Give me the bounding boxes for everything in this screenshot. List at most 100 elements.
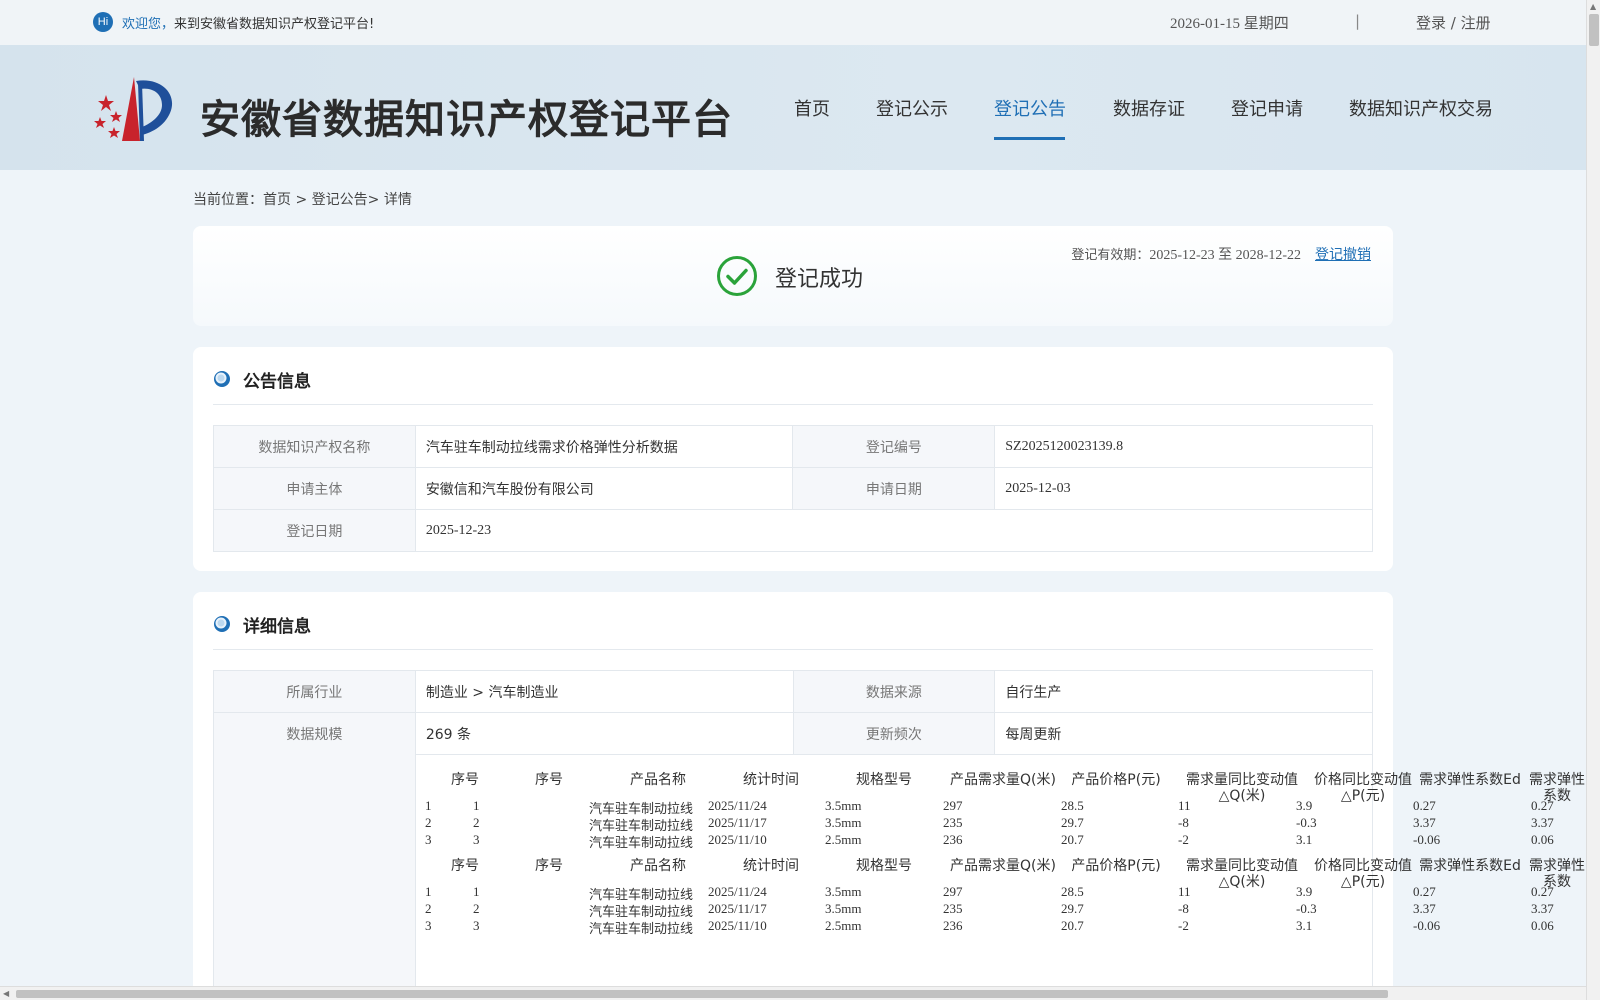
sample-cell: 1: [425, 884, 432, 899]
nav-registration-announcement[interactable]: 登记公告: [994, 95, 1066, 121]
table-row: 所属行业 制造业 > 汽车制造业 数据来源 自行生产: [213, 670, 1373, 713]
sample-column-header: 价格同比变动值△P(元): [1314, 858, 1412, 890]
sample-column-header: 产品价格P(元): [1071, 772, 1161, 788]
nav-registration-publicity[interactable]: 登记公示: [876, 95, 948, 121]
sample-column-header: 序号: [451, 858, 479, 874]
sample-column-header: 产品名称: [630, 858, 686, 874]
check-circle-icon: [717, 256, 757, 296]
field-value: 安徽信和汽车股份有限公司: [414, 467, 794, 510]
sample-cell: 0.27: [1531, 884, 1554, 899]
breadcrumb: 当前位置：首页 > 登记公告> 详情: [193, 189, 412, 209]
sample-data-blocks: 序号 序号 产品名称 统计时间 规格型号 产品需求量Q(米) 产品价格P(元) 需求量同比变动…: [425, 764, 1586, 937]
sample-column-header: 统计时间: [743, 858, 799, 874]
nav-data-certification[interactable]: 数据存证: [1113, 95, 1185, 121]
nav-home[interactable]: 首页: [794, 95, 830, 121]
nav-registration-application[interactable]: 登记申请: [1231, 95, 1303, 121]
sample-cell: 3.37: [1531, 901, 1554, 916]
sample-table-block: 序号 序号 产品名称 统计时间 规格型号 产品需求量Q(米) 产品价格P(元) 需求量同比变动…: [425, 764, 1586, 851]
detail-table: 所属行业 制造业 > 汽车制造业 数据来源 自行生产 数据规模 269 条 更新…: [213, 670, 1373, 755]
status-text: 登记成功: [775, 267, 864, 292]
sample-cell: 235: [943, 815, 963, 830]
field-label: 登记日期: [213, 509, 416, 552]
sample-cell: 3.37: [1531, 815, 1554, 830]
sample-cell: 28.5: [1061, 884, 1084, 899]
sample-cell: 0.27: [1413, 798, 1436, 813]
sample-cell: -8: [1178, 901, 1189, 916]
sample-cell: -0.06: [1413, 832, 1441, 847]
validity-value: 2025-12-23 至 2028-12-22: [1149, 248, 1301, 263]
sample-cell: 2: [473, 815, 480, 830]
announcement-table: 数据知识产权名称 汽车驻车制动拉线需求价格弹性分析数据 登记编号 SZ20251…: [213, 425, 1374, 552]
field-value: 汽车驻车制动拉线需求价格弹性分析数据: [414, 425, 794, 468]
current-date: 2026-01-15 星期四: [1170, 16, 1289, 32]
sample-column-header: 序号: [535, 772, 563, 788]
registration-number: SZ2025120023139.8: [1005, 439, 1124, 454]
sample-cell: 3.5mm: [825, 901, 862, 916]
sample-cell: 3.5mm: [825, 798, 862, 813]
field-label: 数据规模: [213, 712, 416, 755]
sample-cell: 0.27: [1531, 798, 1554, 813]
sample-column-header: 序号: [451, 772, 479, 788]
section-bullet-icon: [214, 616, 230, 632]
welcome-text: 来到安徽省数据知识产权登记平台!: [174, 17, 375, 32]
hi-icon: Hi: [93, 12, 113, 32]
sample-cell: 3.9: [1296, 884, 1313, 899]
horizontal-scrollbar[interactable]: ◀: [0, 986, 1586, 1000]
sample-cell: 3.37: [1413, 901, 1436, 916]
sample-cell: 2025/11/17: [708, 815, 767, 830]
sample-cell: 汽车驻车制动拉线: [589, 922, 694, 937]
sample-column-header: 产品价格P(元): [1071, 858, 1161, 874]
table-row: 数据规模 269 条 更新频次 每周更新: [213, 712, 1373, 755]
sample-cell: 236: [943, 832, 963, 847]
announcement-card: 公告信息 数据知识产权名称 汽车驻车制动拉线需求价格弹性分析数据 登记编号 SZ…: [193, 347, 1393, 571]
breadcrumb-current: 详情: [383, 192, 412, 208]
sample-cell: 1: [425, 798, 432, 813]
vertical-scrollbar[interactable]: ▲: [1586, 0, 1600, 1000]
sample-cell: 3: [425, 832, 432, 847]
breadcrumb-sep: >: [367, 192, 384, 208]
sample-cell: 20.7: [1061, 918, 1084, 933]
sample-cell: -0.3: [1296, 901, 1317, 916]
sample-column-header: 产品需求量Q(米): [950, 772, 1056, 788]
sample-cell: 2025/11/24: [708, 798, 767, 813]
field-label: 数据来源: [792, 670, 996, 713]
site-header: 安徽省数据知识产权登记平台 首页 登记公示 登记公告 数据存证 登记申请 数据知…: [0, 45, 1586, 170]
sample-label-cell: [214, 754, 416, 994]
sample-cell: 3.1: [1296, 918, 1313, 933]
login-link[interactable]: 登录: [1416, 14, 1446, 32]
sample-cell: 2025/11/10: [708, 918, 767, 933]
sample-cell: 29.7: [1061, 815, 1084, 830]
section-header: 详细信息: [213, 610, 1373, 650]
sample-column-header: 序号: [535, 858, 563, 874]
scroll-left-icon[interactable]: ◀: [3, 989, 9, 998]
sample-cell: 2: [473, 901, 480, 916]
table-row: 申请主体 安徽信和汽车股份有限公司 申请日期 2025-12-03: [213, 467, 1373, 510]
vertical-scroll-thumb[interactable]: [1589, 14, 1599, 46]
register-link[interactable]: 注册: [1461, 14, 1491, 32]
field-value: 制造业 > 汽车制造业: [414, 670, 794, 713]
breadcrumb-home[interactable]: 首页: [263, 192, 291, 208]
field-label: 更新频次: [792, 712, 996, 755]
sample-cell: 2.5mm: [825, 918, 862, 933]
nav-ip-trading[interactable]: 数据知识产权交易: [1349, 95, 1493, 121]
table-row: 登记日期 2025-12-23: [213, 509, 1374, 552]
sample-cell: 3.37: [1413, 815, 1436, 830]
top-bar: Hi 欢迎您，来到安徽省数据知识产权登记平台! 2026-01-15 星期四 |…: [0, 0, 1586, 45]
sample-column-header: 需求弹性系数Ed: [1419, 858, 1521, 874]
registration-date: 2025-12-23: [425, 523, 492, 538]
sample-cell: 0.06: [1531, 832, 1554, 847]
horizontal-scroll-thumb[interactable]: [16, 990, 1388, 998]
active-nav-underline: [994, 137, 1065, 140]
breadcrumb-section[interactable]: 登记公告: [312, 192, 368, 208]
field-label: 数据知识产权名称: [213, 425, 416, 468]
status-card: 登记有效期：2025-12-23 至 2028-12-22 登记撤销 登记成功: [193, 226, 1393, 326]
sample-cell: 2: [425, 815, 432, 830]
scroll-up-icon[interactable]: ▲: [1590, 2, 1596, 11]
sample-cell: 3: [425, 918, 432, 933]
sample-cell: 1: [473, 884, 480, 899]
sample-column-header: 规格型号: [856, 772, 912, 788]
topbar-separator: |: [1355, 12, 1361, 30]
field-value: 自行生产: [994, 670, 1373, 713]
welcome-highlight: 欢迎您，: [122, 17, 175, 32]
revoke-link[interactable]: 登记撤销: [1315, 247, 1371, 263]
